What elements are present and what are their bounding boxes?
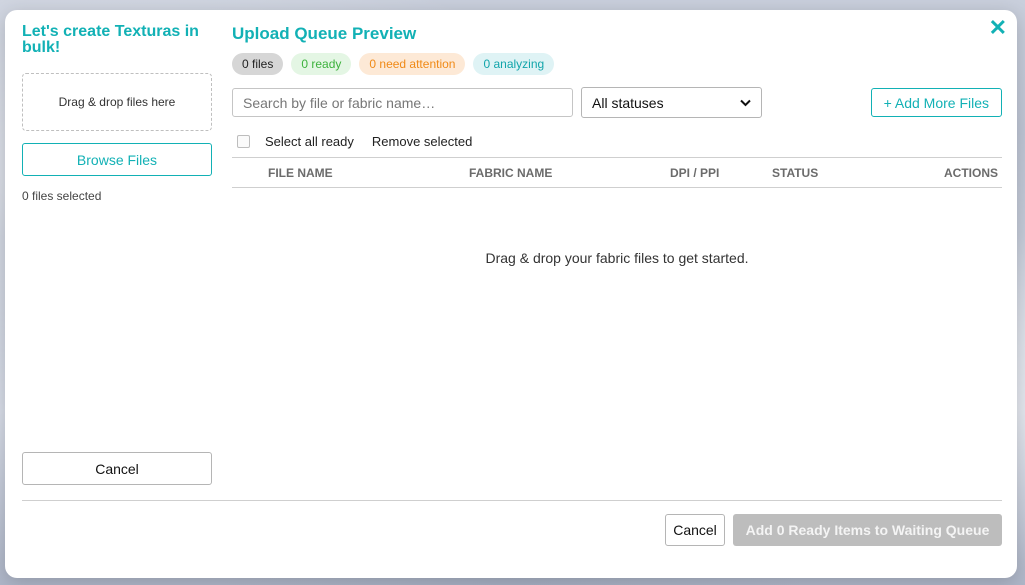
queue-table-header: FILE NAME FABRIC NAME DPI / PPI STATUS A… [232, 157, 1002, 188]
add-to-waiting-queue-button[interactable]: Add 0 Ready Items to Waiting Queue [733, 514, 1002, 546]
dropzone-label: Drag & drop files here [58, 95, 176, 109]
ready-count-badge: 0 ready [291, 53, 352, 75]
status-badges: 0 files 0 ready 0 need attention 0 analy… [232, 53, 1002, 75]
remove-selected-button[interactable]: Remove selected [372, 134, 472, 149]
column-actions: ACTIONS [944, 166, 998, 180]
footer-divider [22, 500, 1002, 501]
column-dpi: DPI / PPI [670, 166, 720, 180]
left-panel: Let's create Texturas in bulk! Drag & dr… [22, 24, 212, 203]
attention-count-badge: 0 need attention [359, 53, 466, 75]
left-cancel-button[interactable]: Cancel [22, 452, 212, 485]
file-dropzone[interactable]: Drag & drop files here [22, 73, 212, 131]
column-fabric-name: FABRIC NAME [469, 166, 553, 180]
bulk-actions-row: Select all ready Remove selected [232, 132, 1002, 150]
files-selected-count: 0 files selected [22, 189, 102, 203]
queue-toolbar: All statuses + Add More Files [232, 87, 1002, 118]
select-all-label[interactable]: Select all ready [265, 134, 354, 149]
add-more-files-button[interactable]: + Add More Files [870, 88, 1002, 117]
column-file-name: FILE NAME [268, 166, 333, 180]
left-title: Let's create Texturas in bulk! [22, 23, 199, 56]
analyzing-count-badge: 0 analyzing [473, 53, 555, 75]
status-filter-value: All statuses [592, 94, 664, 111]
footer-cancel-button[interactable]: Cancel [665, 514, 725, 546]
status-filter-select[interactable]: All statuses [581, 87, 762, 118]
empty-queue-message: Drag & drop your fabric files to get sta… [485, 250, 749, 266]
browse-files-button[interactable]: Browse Files [22, 143, 212, 176]
queue-title: Upload Queue Preview [232, 24, 417, 43]
queue-panel: Upload Queue Preview 0 files 0 ready 0 n… [232, 24, 1002, 266]
column-status: STATUS [772, 166, 819, 180]
bulk-upload-modal: ✕ Let's create Texturas in bulk! Drag & … [5, 10, 1017, 578]
files-count-badge: 0 files [232, 53, 284, 75]
chevron-down-icon [740, 99, 751, 106]
select-all-checkbox[interactable] [237, 134, 250, 148]
search-input[interactable] [232, 88, 573, 117]
